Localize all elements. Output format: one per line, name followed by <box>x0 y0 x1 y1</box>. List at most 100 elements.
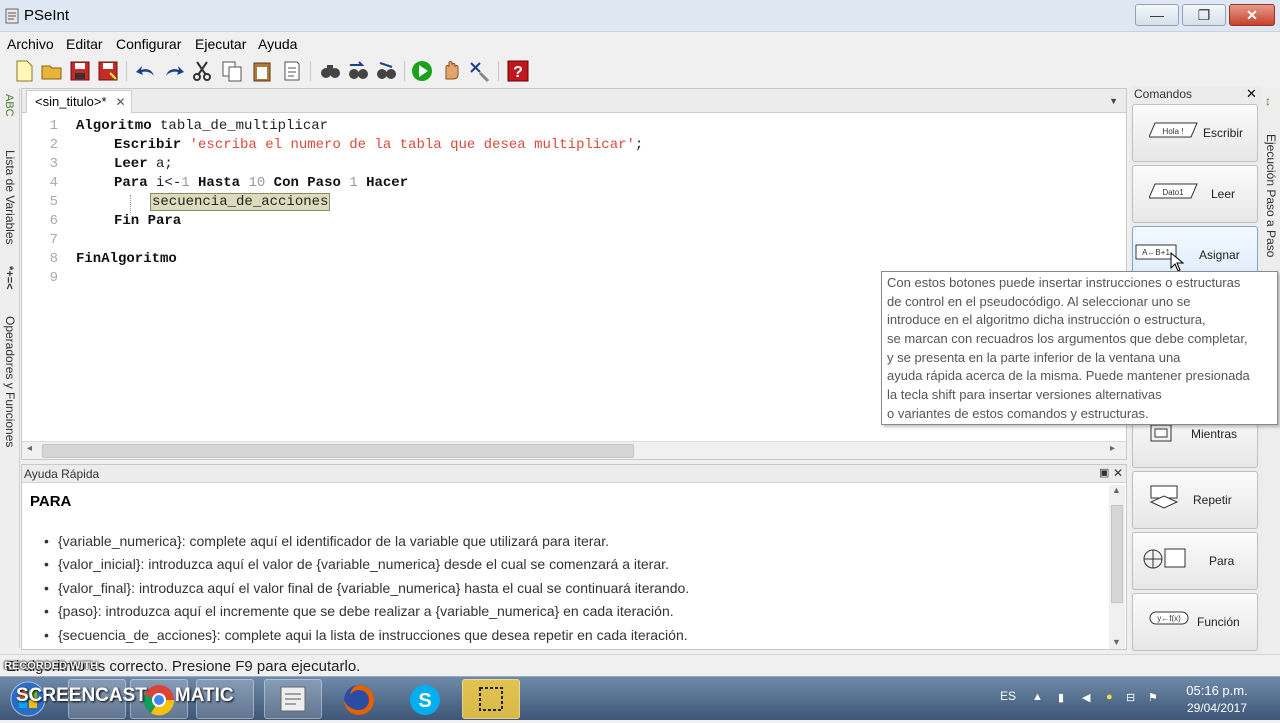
keyword: Para <box>114 175 148 191</box>
operators-icon[interactable]: *+=< <box>3 266 15 290</box>
variables-icon[interactable]: ABC <box>3 94 15 117</box>
line-number: 5 <box>49 194 58 210</box>
save-icon[interactable] <box>68 59 92 83</box>
cmd-para-button[interactable]: Para <box>1132 532 1258 590</box>
shield-icon[interactable]: ● <box>1106 691 1118 703</box>
step-by-step-tab[interactable]: Ejecución Paso a Paso <box>1264 134 1278 257</box>
maximize-panel-icon[interactable]: ▣ <box>1099 466 1109 479</box>
scroll-thumb[interactable] <box>42 444 634 458</box>
variables-list-tab[interactable]: Lista de Variables <box>3 150 17 245</box>
keyword: Fin Para <box>114 213 182 229</box>
replace-icon[interactable] <box>374 59 398 83</box>
volume-icon[interactable]: ◀ <box>1082 691 1094 704</box>
scroll-down-icon[interactable]: ▼ <box>1112 637 1121 647</box>
cut-icon[interactable] <box>190 59 214 83</box>
redo-icon[interactable] <box>162 59 186 83</box>
svg-text:?: ? <box>513 64 523 81</box>
number: 1 <box>181 175 190 191</box>
open-folder-icon[interactable] <box>40 59 64 83</box>
vertical-scrollbar[interactable]: ▲ ▼ <box>1109 485 1125 649</box>
copy-icon[interactable] <box>220 59 244 83</box>
taskbar-pseint[interactable] <box>264 679 322 719</box>
keyword: Hasta <box>189 175 241 191</box>
keyword: Escribir <box>114 137 182 153</box>
punctuation: ; <box>634 137 644 153</box>
horizontal-scrollbar[interactable]: ◂ ▸ <box>22 441 1126 459</box>
help-topic-title: PARA <box>30 493 72 510</box>
repeat-icon <box>1149 485 1179 509</box>
help-icon[interactable]: ? <box>506 59 530 83</box>
network-icon[interactable]: ▮ <box>1058 691 1070 704</box>
code-line-6: Fin Para <box>114 213 181 229</box>
taskbar-screencast[interactable] <box>462 679 520 719</box>
close-button[interactable]: ✕ <box>1229 4 1275 26</box>
toolbar-separator <box>126 61 127 81</box>
step-by-step-icon[interactable] <box>440 59 464 83</box>
taskbar-firefox[interactable] <box>330 679 388 719</box>
run-icon[interactable] <box>410 59 434 83</box>
scroll-right-icon[interactable]: ▸ <box>1110 443 1115 454</box>
write-icon: Hola ! <box>1149 122 1198 138</box>
scroll-left-icon[interactable]: ◂ <box>27 443 32 454</box>
tab-close-icon[interactable]: ✕ <box>116 95 126 109</box>
clock-time[interactable]: 05:16 p.m. <box>1180 683 1254 698</box>
menu-configurar[interactable]: Configurar <box>116 36 181 52</box>
cmd-funcion-button[interactable]: y←f(x) Función <box>1132 593 1258 651</box>
line-number: 1 <box>49 118 58 134</box>
usb-icon[interactable]: ⊟ <box>1126 691 1138 704</box>
edit-text-icon[interactable] <box>280 59 304 83</box>
placeholder-argument[interactable]: secuencia_de_acciones <box>150 193 331 211</box>
code-line-4: Para i<-1 Hasta 10 Con Paso 1 Hacer <box>114 175 408 191</box>
find-next-icon[interactable] <box>346 59 370 83</box>
identifier: a; <box>147 156 173 172</box>
menu-editar[interactable]: Editar <box>66 36 103 52</box>
flowchart-icon[interactable] <box>468 59 492 83</box>
line-number: 8 <box>49 251 58 267</box>
operators-functions-tab[interactable]: Operadores y Funciones <box>3 316 17 447</box>
cmd-escribir-button[interactable]: Hola ! Escribir <box>1132 104 1258 162</box>
tab-dropdown-icon[interactable]: ▼ <box>1109 96 1118 106</box>
tooltip-line: se marcan con recuadros los argumentos q… <box>887 331 1248 347</box>
close-panel-icon[interactable]: ✕ <box>1113 466 1123 480</box>
find-icon[interactable] <box>318 59 342 83</box>
cmd-repetir-button[interactable]: Repetir <box>1132 471 1258 529</box>
title-bar: PSeInt — ❐ ✕ <box>0 0 1280 32</box>
keyword: Hacer <box>357 175 409 191</box>
tray-expand-icon[interactable]: ▲ <box>1032 691 1044 703</box>
flag-icon[interactable]: ⚑ <box>1148 691 1160 704</box>
menu-ejecutar[interactable]: Ejecutar <box>195 36 246 52</box>
undo-icon[interactable] <box>134 59 158 83</box>
step-by-step-tab-icon[interactable]: ↕ <box>1265 94 1271 108</box>
scroll-up-icon[interactable]: ▲ <box>1112 485 1121 495</box>
maximize-button[interactable]: ❐ <box>1182 4 1226 26</box>
scroll-thumb[interactable] <box>1111 505 1123 603</box>
for-icon <box>1143 548 1186 569</box>
menu-ayuda[interactable]: Ayuda <box>258 36 297 52</box>
help-bullet: {secuencia_de_acciones}: complete aqui l… <box>44 627 688 643</box>
tooltip-line: y se presenta en la parte inferior de la… <box>887 349 1181 365</box>
identifier: i<- <box>147 175 182 191</box>
language-indicator[interactable]: ES <box>1000 689 1016 703</box>
tab-sin-titulo[interactable]: <sin_titulo>* ✕ <box>26 90 132 113</box>
save-as-icon[interactable] <box>96 59 120 83</box>
code-line-5: secuencia_de_acciones <box>150 193 331 211</box>
taskbar: SCREENCAST MATIC S ES ▲ ▮ ◀ ● ⊟ ⚑ 05:16 p… <box>0 676 1280 720</box>
taskbar-skype[interactable]: S <box>396 679 454 719</box>
cmd-leer-button[interactable]: Dato1 Leer <box>1132 165 1258 223</box>
new-file-icon[interactable] <box>12 59 36 83</box>
cmd-label: Mientras <box>1191 427 1238 441</box>
help-bullet: {valor_inicial}: introduzca aquí el valo… <box>44 556 669 572</box>
commands-close-icon[interactable]: ✕ <box>1246 86 1257 102</box>
menu-archivo[interactable]: Archivo <box>7 36 54 52</box>
paste-icon[interactable] <box>250 59 274 83</box>
clock-date[interactable]: 29/04/2017 <box>1180 701 1254 715</box>
help-bullet: {valor_final}: introduzca aquí el valor … <box>44 580 689 596</box>
status-bar: El algoritmo es correcto. Presione F9 pa… <box>0 654 1280 676</box>
line-number: 4 <box>49 175 58 191</box>
tab-bar: <sin_titulo>* ✕ ▼ <box>22 89 1126 113</box>
line-number: 2 <box>49 137 58 153</box>
minimize-button[interactable]: — <box>1135 4 1179 26</box>
line-number: 3 <box>49 156 58 172</box>
tooltip-line: Con estos botones puede insertar instruc… <box>887 275 1241 290</box>
toolbar-separator <box>498 61 499 81</box>
